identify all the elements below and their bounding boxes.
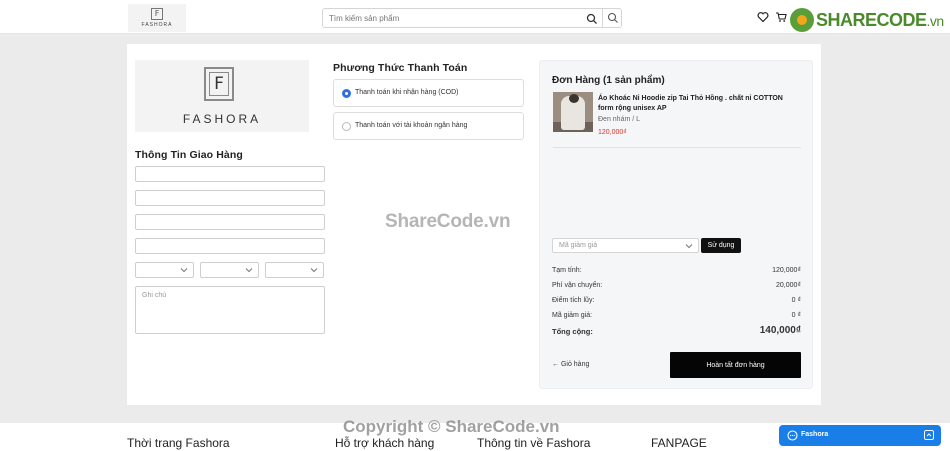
header-logo[interactable]: F FASHORA — [128, 4, 186, 32]
chevron-down-icon — [310, 268, 318, 273]
total-value: 140,000₫ — [759, 325, 801, 336]
payment-option-label: Thanh toán với tài khoản ngân hàng — [355, 122, 468, 129]
sharecode-logo-text: SHARECODE.vn — [816, 9, 944, 30]
search-icon[interactable] — [585, 12, 599, 26]
complete-order-button[interactable]: Hoàn tất đơn hàng — [670, 352, 801, 378]
note-placeholder: Ghi chú — [142, 292, 167, 299]
payment-option-cod[interactable]: Thanh toán khi nhận hàng (COD) — [333, 79, 524, 107]
phone-field[interactable] — [135, 214, 325, 230]
footer-col-title: FANPAGE — [651, 436, 707, 450]
sharecode-logo-icon — [790, 8, 814, 32]
payment-option-bank[interactable]: Thanh toán với tài khoản ngân hàng — [333, 112, 524, 140]
product-price: 120,000₫ — [598, 129, 627, 136]
payment-option-label: Thanh toán khi nhận hàng (COD) — [355, 89, 459, 96]
order-summary: Đơn Hàng (1 sản phẩm) Áo Khoác Nỉ Hoodie… — [539, 60, 813, 389]
expand-icon[interactable] — [924, 430, 934, 440]
chat-widget[interactable]: Fashora — [779, 425, 941, 446]
ward-select[interactable] — [265, 262, 324, 278]
summary-value: 20,000₫ — [775, 282, 801, 289]
summary-label: Mã giảm giá: — [552, 312, 593, 319]
divider — [553, 147, 801, 148]
coupon-placeholder: Mã giảm giá — [559, 242, 598, 249]
product-thumbnail[interactable] — [553, 92, 593, 132]
shipping-title: Thông Tin Giao Hàng — [135, 149, 243, 161]
chevron-down-icon — [245, 268, 253, 273]
province-select[interactable] — [135, 262, 194, 278]
total-label: Tổng cộng: — [552, 327, 593, 336]
footer-col-title: Hỗ trợ khách hàng — [335, 436, 435, 450]
chevron-down-icon — [685, 244, 693, 249]
payment-title: Phương Thức Thanh Toán — [333, 62, 468, 74]
coupon-select[interactable]: Mã giảm giá — [552, 238, 699, 253]
search-input[interactable] — [329, 11, 587, 26]
logo-text: FASHORA — [141, 22, 173, 28]
summary-value: 0 ₫ — [791, 297, 801, 304]
watermark-text: ShareCode.vn — [385, 211, 511, 232]
brand-name: FASHORA — [182, 112, 262, 126]
back-to-cart-link[interactable]: ← Giỏ hàng — [552, 361, 589, 368]
cart-icon[interactable] — [775, 11, 787, 23]
note-textarea[interactable]: Ghi chú — [135, 286, 325, 334]
brand-logo-frame: F — [204, 67, 234, 101]
summary-row-shipping: Phí vận chuyển: 20,000₫ — [552, 282, 801, 289]
heart-icon[interactable] — [757, 11, 769, 23]
summary-row-discount: Mã giảm giá: 0 ₫ — [552, 312, 801, 319]
footer-col-title: Thông tin về Fashora — [477, 436, 591, 450]
fullname-field[interactable] — [135, 166, 325, 182]
order-title: Đơn Hàng (1 sản phẩm) — [552, 75, 665, 86]
search-icon — [607, 12, 618, 23]
summary-value: 0 ₫ — [791, 312, 801, 319]
product-variant: Đen nhám / L — [598, 116, 641, 123]
district-select[interactable] — [200, 262, 259, 278]
summary-label: Phí vận chuyển: — [552, 282, 603, 289]
product-name: Áo Khoác Nỉ Hoodie zip Tai Thỏ Hồng . ch… — [598, 95, 783, 112]
copyright-watermark: Copyright © ShareCode.vn — [343, 417, 560, 436]
logo-letter: F — [151, 8, 163, 20]
summary-label: Điểm tích lũy: — [552, 297, 595, 304]
chevron-down-icon — [180, 268, 188, 273]
brand-letter: F — [209, 72, 229, 96]
brand-logo: F FASHORA — [135, 60, 309, 132]
summary-value: 120,000₫ — [772, 267, 801, 274]
chat-icon — [787, 430, 798, 441]
email-field[interactable] — [135, 190, 325, 206]
radio-unselected[interactable] — [342, 122, 351, 131]
address-field[interactable] — [135, 238, 325, 254]
summary-row-total: Tổng cộng: 140,000₫ — [552, 325, 801, 336]
summary-row-subtotal: Tạm tính: 120,000₫ — [552, 267, 801, 274]
chat-label: Fashora — [801, 431, 829, 438]
summary-label: Tạm tính: — [552, 267, 582, 274]
apply-coupon-button[interactable]: Sử dụng — [701, 238, 741, 253]
summary-row-points: Điểm tích lũy: 0 ₫ — [552, 297, 801, 304]
search-button[interactable] — [602, 9, 622, 27]
radio-selected[interactable] — [342, 89, 351, 98]
site-header: F FASHORA SHARECODE.vn — [0, 0, 950, 34]
search-bar — [322, 8, 622, 28]
footer-col-title: Thời trang Fashora — [127, 436, 230, 450]
sharecode-logo: SHARECODE.vn — [790, 8, 944, 32]
